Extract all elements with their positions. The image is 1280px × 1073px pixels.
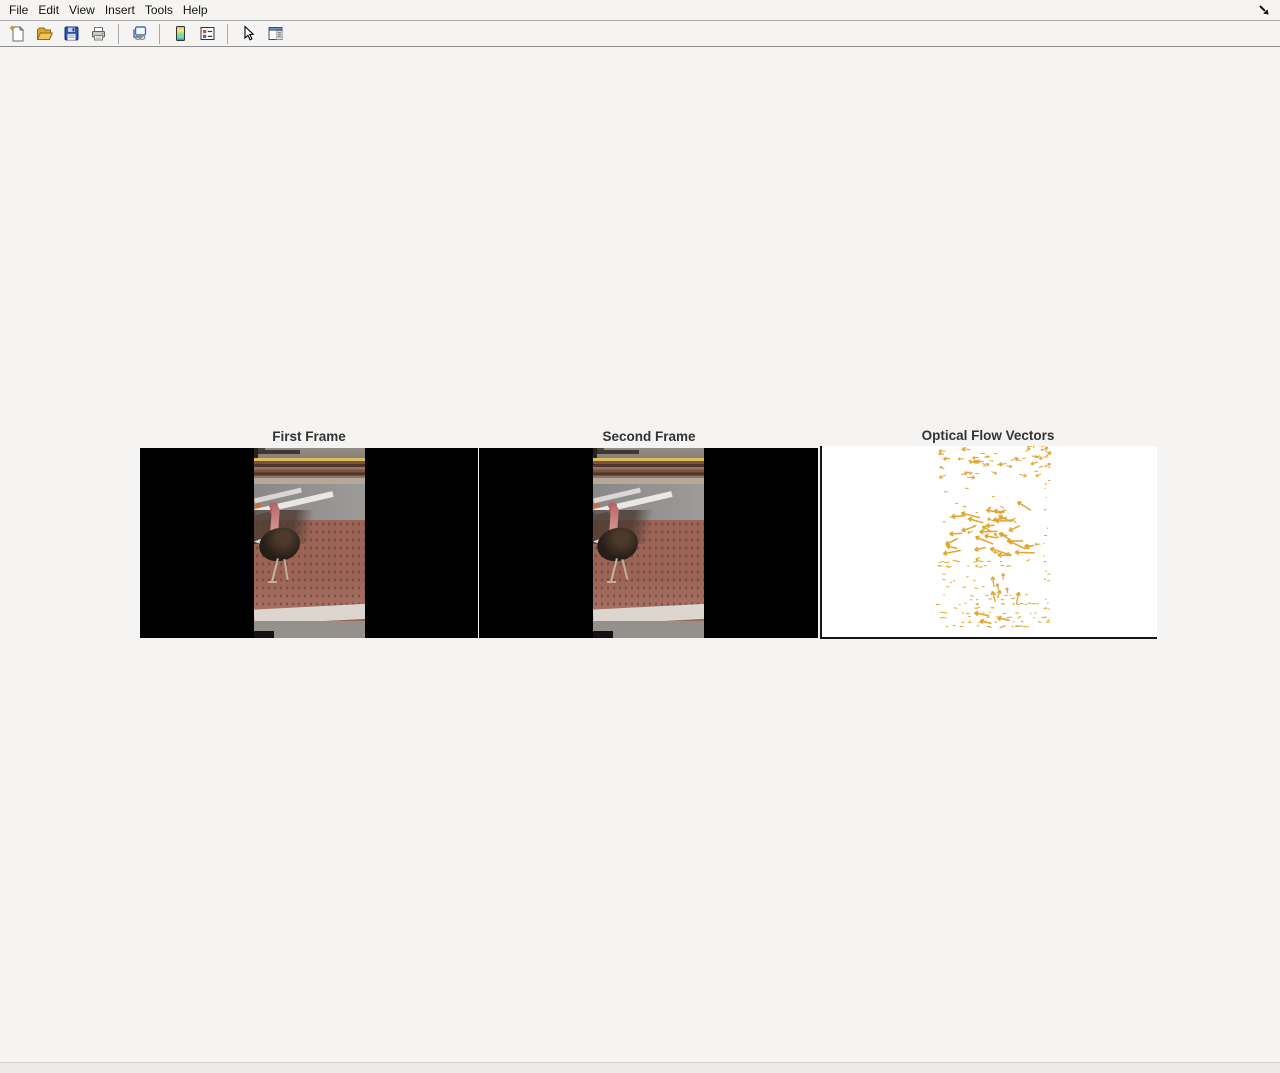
turkey-leg bbox=[271, 558, 279, 582]
optical-flow-title: Optical Flow Vectors bbox=[922, 428, 1055, 443]
bench-silhouette bbox=[254, 450, 300, 454]
colorbar-button[interactable] bbox=[169, 23, 191, 45]
turkey bbox=[593, 505, 645, 585]
menu-tools[interactable]: Tools bbox=[145, 3, 173, 17]
optical-flow-plot bbox=[820, 446, 1157, 639]
bench-silhouette bbox=[593, 450, 639, 454]
pole bbox=[254, 448, 258, 458]
menu-insert[interactable]: Insert bbox=[105, 3, 135, 17]
turkey-leg bbox=[621, 559, 628, 580]
turkey-body bbox=[257, 525, 302, 563]
legend-icon bbox=[198, 24, 217, 43]
new-document-icon bbox=[8, 24, 27, 43]
turkey bbox=[254, 505, 306, 585]
first-frame-title: First Frame bbox=[272, 429, 346, 444]
turkey-foot bbox=[268, 581, 277, 583]
colorbar-icon bbox=[171, 24, 190, 43]
save-button[interactable] bbox=[60, 23, 82, 45]
menu-bar: File Edit View Insert Tools Help bbox=[0, 0, 1280, 21]
toolbar bbox=[0, 21, 1280, 47]
dark-corner bbox=[254, 631, 274, 638]
menu-view[interactable]: View bbox=[69, 3, 95, 17]
second-frame-title: Second Frame bbox=[602, 429, 695, 444]
linked-windows-icon bbox=[130, 24, 149, 43]
print-button[interactable] bbox=[87, 23, 109, 45]
second-frame-image bbox=[479, 448, 818, 638]
open-button[interactable] bbox=[33, 23, 55, 45]
save-floppy-icon bbox=[62, 24, 81, 43]
quiver-arrows bbox=[822, 446, 1157, 637]
pointer-arrow-icon bbox=[239, 24, 258, 43]
toolbar-separator bbox=[227, 24, 228, 44]
mouse-cursor-icon bbox=[1258, 4, 1271, 17]
toolbar-separator bbox=[159, 24, 160, 44]
select-pointer-button[interactable] bbox=[237, 23, 259, 45]
turkey-leg bbox=[610, 558, 618, 582]
railroad-tracks bbox=[254, 461, 365, 478]
second-frame-photo bbox=[593, 448, 704, 638]
panel-layout-icon bbox=[266, 24, 285, 43]
printer-icon bbox=[89, 24, 108, 43]
new-figure-button[interactable] bbox=[6, 23, 28, 45]
pole bbox=[593, 448, 597, 458]
copy-figure-button[interactable] bbox=[128, 23, 150, 45]
railroad-tracks bbox=[593, 461, 704, 478]
open-folder-icon bbox=[35, 24, 54, 43]
window-bottom-edge bbox=[0, 1062, 1280, 1073]
first-frame-photo bbox=[254, 448, 365, 638]
figure-panel-button[interactable] bbox=[264, 23, 286, 45]
dark-corner bbox=[593, 631, 613, 638]
legend-button[interactable] bbox=[196, 23, 218, 45]
menu-help[interactable]: Help bbox=[183, 3, 208, 17]
menu-file[interactable]: File bbox=[9, 3, 28, 17]
turkey-leg bbox=[283, 559, 288, 580]
toolbar-separator bbox=[118, 24, 119, 44]
menu-edit[interactable]: Edit bbox=[38, 3, 59, 17]
first-frame-image bbox=[140, 448, 478, 638]
turkey-foot bbox=[607, 581, 616, 583]
